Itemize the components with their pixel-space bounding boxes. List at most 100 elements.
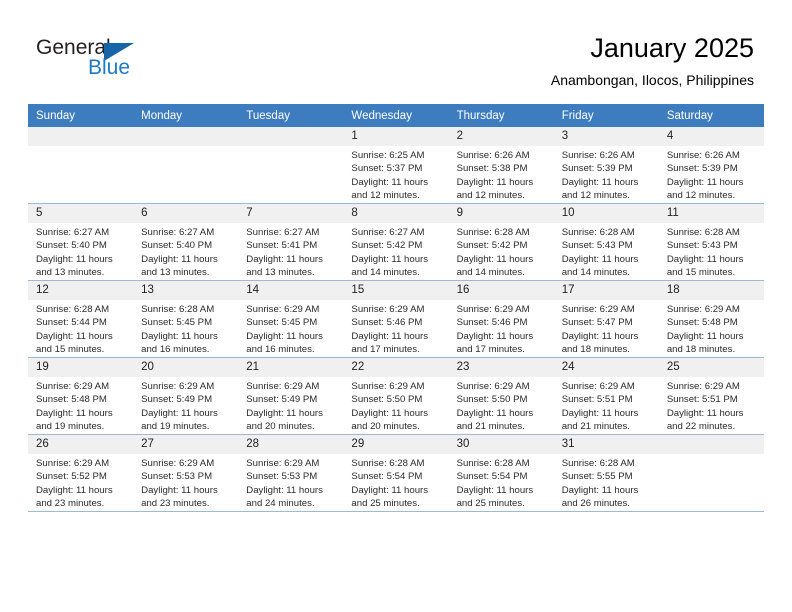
calendar-body: 1 Sunrise: 6:25 AM Sunset: 5:37 PM Daylight… [28,127,764,512]
sunrise-text: Sunrise: 6:25 AM [351,150,425,161]
daylight-text-line1: Daylight: 11 hours [666,330,744,342]
calendar-day-cell[interactable]: 20 Sunrise: 6:29 AM Sunset: 5:49 PM Dayligh… [133,357,239,435]
calendar-day-cell[interactable]: 21 Sunrise: 6:29 AM Sunset: 5:49 PM Dayligh… [238,357,344,435]
daylight-text-line1: Daylight: 11 hours [456,330,534,342]
daylight-text-line2: and 20 minutes. [246,421,315,433]
calendar-day-cell[interactable]: 7 Sunrise: 6:27 AM Sunset: 5:41 PM Daylight… [238,203,344,281]
sunrise-text: Sunrise: 6:26 AM [456,150,530,161]
calendar-day-cell[interactable]: 18 Sunrise: 6:29 AM Sunset: 5:48 PM Dayligh… [658,280,764,358]
daylight-text-line2: and 17 minutes. [351,344,420,356]
day-number: 27 [133,435,239,454]
day-number: 19 [28,358,134,377]
page-header: General Blue January 2025 Anambongan, Il… [0,0,792,104]
sunrise-text: Sunrise: 6:28 AM [561,458,635,469]
calendar-day-cell[interactable]: 26 Sunrise: 6:29 AM Sunset: 5:52 PM Dayligh… [28,434,134,512]
daylight-text-line1: Daylight: 11 hours [246,484,323,496]
day-number: 14 [238,281,344,300]
day-number [238,127,344,146]
daylight-text-line2: and 15 minutes. [36,344,105,356]
general-blue-logo[interactable]: General Blue [36,36,216,84]
calendar-day-cell[interactable]: 23 Sunrise: 6:29 AM Sunset: 5:50 PM Dayligh… [448,357,554,435]
calendar-day-cell[interactable]: 4 Sunrise: 6:26 AM Sunset: 5:39 PM Daylight… [658,127,764,204]
calendar-day-cell[interactable]: 10 Sunrise: 6:28 AM Sunset: 5:43 PM Dayligh… [553,203,659,281]
day-number: 9 [448,204,554,223]
calendar-day-cell[interactable]: 31 Sunrise: 6:28 AM Sunset: 5:55 PM Dayligh… [553,434,659,512]
day-number: 11 [658,204,764,223]
sunset-text: Sunset: 5:43 PM [666,240,738,252]
sunrise-text: Sunrise: 6:29 AM [561,381,635,392]
daylight-text-line2: and 17 minutes. [456,344,525,356]
day-details: Sunrise: 6:29 AM Sunset: 5:49 PM Daylight:… [133,377,238,434]
calendar-day-cell[interactable]: 3 Sunrise: 6:26 AM Sunset: 5:39 PM Daylight… [553,127,659,204]
calendar-page: General Blue January 2025 Anambongan, Il… [0,0,792,612]
calendar-day-cell[interactable]: 25 Sunrise: 6:29 AM Sunset: 5:51 PM Dayligh… [658,357,764,435]
sunset-text: Sunset: 5:50 PM [351,394,423,406]
day-number: 10 [553,204,659,223]
calendar-day-cell[interactable]: 5 Sunrise: 6:27 AM Sunset: 5:40 PM Daylight… [28,203,134,281]
day-details: Sunrise: 6:29 AM Sunset: 5:46 PM Daylight:… [449,300,554,357]
calendar-day-cell[interactable]: 2 Sunrise: 6:26 AM Sunset: 5:38 PM Daylight… [448,127,554,204]
calendar-week-row: 1 Sunrise: 6:25 AM Sunset: 5:37 PM Daylight… [28,127,764,204]
day-number [28,127,134,146]
calendar-day-cell[interactable]: 11 Sunrise: 6:28 AM Sunset: 5:43 PM Dayligh… [658,203,764,281]
day-number: 24 [553,358,659,377]
calendar-day-cell[interactable]: 9 Sunrise: 6:28 AM Sunset: 5:42 PM Daylight… [448,203,554,281]
daylight-text-line1: Daylight: 11 hours [246,407,323,419]
day-number [658,435,764,454]
day-details: Sunrise: 6:29 AM Sunset: 5:53 PM Daylight:… [133,454,238,511]
daylight-text-line2: and 12 minutes. [666,190,736,202]
daylight-text-line1: Daylight: 11 hours [561,484,639,496]
day-details: Sunrise: 6:28 AM Sunset: 5:54 PM Daylight:… [449,454,554,511]
day-details: Sunrise: 6:26 AM Sunset: 5:39 PM Daylight:… [554,146,659,203]
calendar-day-cell[interactable]: 27 Sunrise: 6:29 AM Sunset: 5:53 PM Dayligh… [133,434,239,512]
calendar-day-cell[interactable]: 8 Sunrise: 6:27 AM Sunset: 5:42 PM Daylight… [343,203,449,281]
day-number: 2 [448,127,554,146]
sunrise-text: Sunrise: 6:29 AM [456,381,530,392]
calendar-day-cell[interactable]: 6 Sunrise: 6:27 AM Sunset: 5:40 PM Daylight… [133,203,239,281]
daylight-text-line1: Daylight: 11 hours [246,330,323,342]
calendar-day-cell[interactable]: 1 Sunrise: 6:25 AM Sunset: 5:37 PM Daylight… [343,127,449,204]
sunrise-text: Sunrise: 6:28 AM [141,304,215,315]
day-details: Sunrise: 6:29 AM Sunset: 5:48 PM Daylight:… [28,377,133,434]
calendar-day-cell[interactable]: 16 Sunrise: 6:29 AM Sunset: 5:46 PM Dayligh… [448,280,554,358]
calendar-day-cell[interactable]: 22 Sunrise: 6:29 AM Sunset: 5:50 PM Dayligh… [343,357,449,435]
calendar-day-cell[interactable]: 17 Sunrise: 6:29 AM Sunset: 5:47 PM Dayligh… [553,280,659,358]
calendar-grid: Sunday Monday Tuesday Wednesday Thursday… [28,104,764,512]
sunset-text: Sunset: 5:53 PM [246,471,318,483]
sunrise-text: Sunrise: 6:29 AM [351,381,425,392]
sunset-text: Sunset: 5:49 PM [141,394,213,406]
calendar-day-cell[interactable]: 15 Sunrise: 6:29 AM Sunset: 5:46 PM Dayligh… [343,280,449,358]
calendar-day-cell[interactable]: 24 Sunrise: 6:29 AM Sunset: 5:51 PM Dayligh… [553,357,659,435]
daylight-text-line1: Daylight: 11 hours [351,330,429,342]
calendar-day-cell[interactable]: 12 Sunrise: 6:28 AM Sunset: 5:44 PM Dayligh… [28,280,134,358]
calendar-empty-cell [238,127,344,204]
daylight-text-line2: and 23 minutes. [36,498,105,510]
calendar-day-cell[interactable]: 13 Sunrise: 6:28 AM Sunset: 5:45 PM Dayligh… [133,280,239,358]
calendar-day-cell[interactable]: 19 Sunrise: 6:29 AM Sunset: 5:48 PM Dayligh… [28,357,134,435]
sunset-text: Sunset: 5:46 PM [351,317,423,329]
sunrise-text: Sunrise: 6:29 AM [456,304,530,315]
day-details: Sunrise: 6:29 AM Sunset: 5:46 PM Daylight:… [343,300,448,357]
calendar-empty-cell [133,127,239,204]
day-details: Sunrise: 6:29 AM Sunset: 5:50 PM Daylight:… [449,377,554,434]
calendar-day-cell[interactable]: 30 Sunrise: 6:28 AM Sunset: 5:54 PM Dayligh… [448,434,554,512]
daylight-text-line2: and 23 minutes. [141,498,210,510]
day-details: Sunrise: 6:28 AM Sunset: 5:55 PM Daylight:… [554,454,659,511]
calendar-day-cell[interactable]: 29 Sunrise: 6:28 AM Sunset: 5:54 PM Dayligh… [343,434,449,512]
daylight-text-line2: and 19 minutes. [36,421,105,433]
sunset-text: Sunset: 5:46 PM [456,317,528,329]
daylight-text-line2: and 22 minutes. [666,421,736,433]
calendar-day-cell[interactable]: 14 Sunrise: 6:29 AM Sunset: 5:45 PM Dayligh… [238,280,344,358]
weekday-header-monday: Monday [133,104,239,127]
day-details: Sunrise: 6:27 AM Sunset: 5:41 PM Daylight:… [238,223,343,280]
daylight-text-line1: Daylight: 11 hours [666,253,744,265]
daylight-text-line1: Daylight: 11 hours [561,330,639,342]
day-details: Sunrise: 6:25 AM Sunset: 5:37 PM Daylight:… [343,146,448,203]
day-details: Sunrise: 6:29 AM Sunset: 5:51 PM Daylight:… [659,377,764,434]
daylight-text-line2: and 21 minutes. [456,421,525,433]
daylight-text-line2: and 13 minutes. [246,267,315,279]
sunrise-text: Sunrise: 6:28 AM [561,227,635,238]
calendar-day-cell[interactable]: 28 Sunrise: 6:29 AM Sunset: 5:53 PM Dayligh… [238,434,344,512]
day-number: 29 [343,435,449,454]
sunset-text: Sunset: 5:49 PM [246,394,318,406]
